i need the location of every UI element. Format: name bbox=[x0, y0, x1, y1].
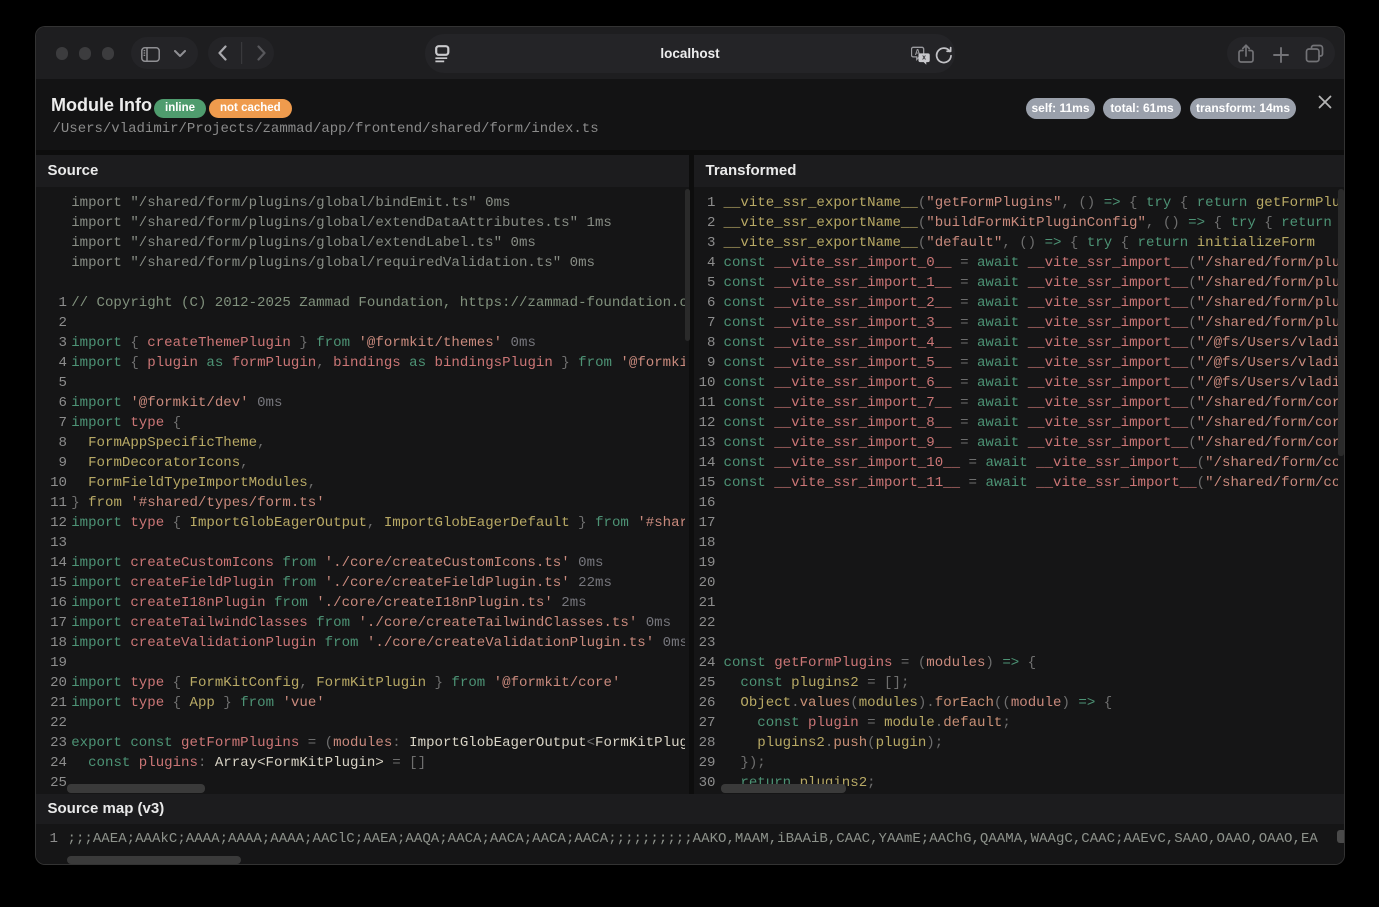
svg-text:x: x bbox=[922, 54, 926, 61]
